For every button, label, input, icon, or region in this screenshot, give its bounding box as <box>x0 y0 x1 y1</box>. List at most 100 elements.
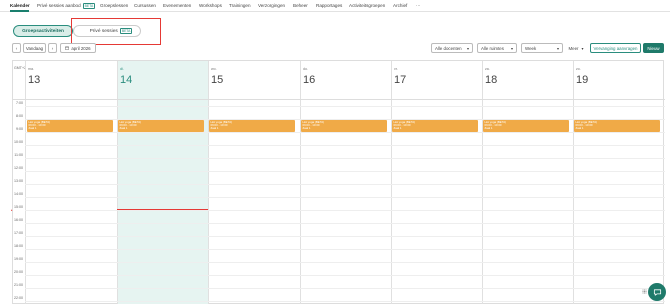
calendar-event[interactable]: Hot yoga (BETA) 09:00 - 10:00 Zaal 1 <box>118 120 204 132</box>
view-select[interactable]: Week ▾ <box>521 43 563 53</box>
day-column[interactable]: zo. 19 <box>573 61 665 304</box>
new-button[interactable]: Nieuw <box>643 43 664 53</box>
nav-item-activiteitsgroepen[interactable]: Activiteitsgroepen <box>349 3 385 8</box>
hour-label: 20:00 <box>14 270 23 274</box>
nav-item-evenementen[interactable]: Evenementen <box>163 3 191 8</box>
more-button[interactable]: Meer ▾ <box>565 43 587 53</box>
hour-line <box>25 275 665 276</box>
nav-item-groepslessen[interactable]: Groepslessen <box>100 3 128 8</box>
request-substitute-button[interactable]: Vervanging aanvragen <box>590 43 641 53</box>
event-location: Zaal 1 <box>484 126 493 131</box>
hour-label: 13:00 <box>14 179 23 183</box>
hour-label: 14:00 <box>14 192 23 196</box>
previous-button[interactable]: ‹ <box>12 43 21 53</box>
calendar-event[interactable]: Hot yoga (BETA) 09:00 - 10:00 Zaal 1 <box>209 120 295 132</box>
nav-item-label: Privé sessies aanbod <box>37 3 81 9</box>
day-column[interactable]: do. 16 <box>300 61 391 304</box>
hour-line <box>25 171 665 172</box>
hour-line <box>25 106 665 107</box>
chat-button[interactable] <box>648 283 666 301</box>
rooms-select[interactable]: Alle ruimtes ▾ <box>477 43 517 53</box>
nav-item-more[interactable]: ··· <box>416 3 421 8</box>
day-number: 17 <box>394 74 407 86</box>
day-number: 14 <box>120 74 133 86</box>
hour-line <box>25 132 665 133</box>
hour-line <box>25 236 665 237</box>
tab-groepsactiviteiten[interactable]: Groepsactiviteiten <box>13 25 73 37</box>
day-number: 16 <box>303 74 316 86</box>
nav-item-rapportages[interactable]: Rapportages <box>316 3 342 8</box>
more-label: Meer <box>568 45 579 51</box>
hour-label: 18:00 <box>14 244 23 248</box>
hour-label: 16:00 <box>14 218 23 222</box>
hour-label: 10:00 <box>14 140 23 144</box>
hour-label: 12:00 <box>14 166 23 170</box>
event-location: Zaal 1 <box>302 126 311 131</box>
day-abbr: ma. <box>28 67 34 71</box>
hour-label: 22:00 <box>14 296 23 300</box>
view-select-value: Week <box>525 45 537 51</box>
current-time-indicator <box>117 209 208 210</box>
nav-item-beheer[interactable]: Beheer <box>293 3 308 8</box>
today-button[interactable]: Vandaag <box>23 43 46 53</box>
current-time-marker: ▸ <box>11 208 13 212</box>
date-picker-button[interactable]: april 2026 <box>60 43 96 53</box>
day-column[interactable]: vr. 17 <box>391 61 482 304</box>
nav-item-trainingen[interactable]: Trainingen <box>229 3 251 8</box>
day-column[interactable]: wo. 15 <box>208 61 300 304</box>
hour-label: 19:00 <box>14 257 23 261</box>
event-location: Zaal 1 <box>119 126 128 131</box>
calendar-icon <box>65 46 70 50</box>
calendar-event[interactable]: Hot yoga (BETA) 09:00 - 10:00 Zaal 1 <box>574 120 660 132</box>
day-abbr: do. <box>303 67 308 71</box>
nav-item-archief[interactable]: Archief <box>393 3 407 8</box>
tab-groepsactiviteiten-label: Groepsactiviteiten <box>22 28 64 34</box>
nav-item-prive-sessies-aanbod[interactable]: Privé sessies aanbod BETA <box>37 3 96 9</box>
rooms-select-value: Alle ruimtes <box>481 45 504 51</box>
top-navigation: Kalender Privé sessies aanbod BETA Groeps… <box>0 0 670 12</box>
date-label: april 2026 <box>71 45 91 51</box>
hour-label: 7:00 <box>16 101 23 105</box>
teachers-select[interactable]: Alle docenten ▾ <box>431 43 473 53</box>
day-abbr: wo. <box>211 67 217 71</box>
chevron-down-icon: ▾ <box>581 45 584 51</box>
next-button[interactable]: › <box>48 43 57 53</box>
chat-icon <box>653 288 661 296</box>
calendar-event[interactable]: Hot yoga (BETA) 09:00 - 10:00 Zaal 1 <box>301 120 387 132</box>
day-number: 18 <box>485 74 498 86</box>
calendar-event[interactable]: Hot yoga (BETA) 09:00 - 10:00 Zaal 1 <box>392 120 478 132</box>
chevron-down-icon: ▾ <box>466 45 469 51</box>
day-abbr: vr. <box>394 67 398 71</box>
event-location: Zaal 1 <box>393 126 402 131</box>
hour-label: 21:00 <box>14 283 23 287</box>
hour-label: 9:00 <box>16 127 23 131</box>
hour-line <box>25 184 665 185</box>
chevron-down-icon: ▾ <box>556 45 559 51</box>
hour-line <box>25 301 665 302</box>
teachers-select-value: Alle docenten <box>435 45 462 51</box>
chevron-down-icon: ▾ <box>510 45 513 51</box>
hour-label: 15:00 <box>14 205 23 209</box>
header-divider <box>13 99 665 100</box>
day-abbr: di. <box>120 67 124 71</box>
nav-item-verzorgingen[interactable]: Verzorgingen <box>258 3 285 8</box>
grid-icon[interactable] <box>642 289 647 294</box>
hour-line <box>25 249 665 250</box>
nav-item-kalender[interactable]: Kalender <box>10 3 30 8</box>
event-location: Zaal 1 <box>575 126 584 131</box>
beta-badge: BETA <box>82 3 96 9</box>
day-abbr: za. <box>485 67 490 71</box>
week-calendar: GMT+2 ma. 13 di. 14 wo. 15 do. 16 vr. 17… <box>11 60 665 304</box>
hour-label: 8:00 <box>16 114 23 118</box>
day-column-today[interactable]: di. 14 <box>117 61 208 304</box>
nav-item-cursussen[interactable]: Cursussen <box>134 3 156 8</box>
day-number: 15 <box>211 74 224 86</box>
event-location: Zaal 1 <box>28 126 37 131</box>
day-column[interactable]: ma. 13 <box>25 61 117 304</box>
day-number: 13 <box>28 74 41 86</box>
calendar-toolbar: ‹ Vandaag › april 2026 Alle docenten ▾ Al… <box>0 43 670 55</box>
calendar-event[interactable]: Hot yoga (BETA) 09:00 - 10:00 Zaal 1 <box>27 120 113 132</box>
calendar-event[interactable]: Hot yoga (BETA) 09:00 - 10:00 Zaal 1 <box>483 120 569 132</box>
nav-item-workshops[interactable]: Workshops <box>199 3 222 8</box>
day-column[interactable]: za. 18 <box>482 61 573 304</box>
